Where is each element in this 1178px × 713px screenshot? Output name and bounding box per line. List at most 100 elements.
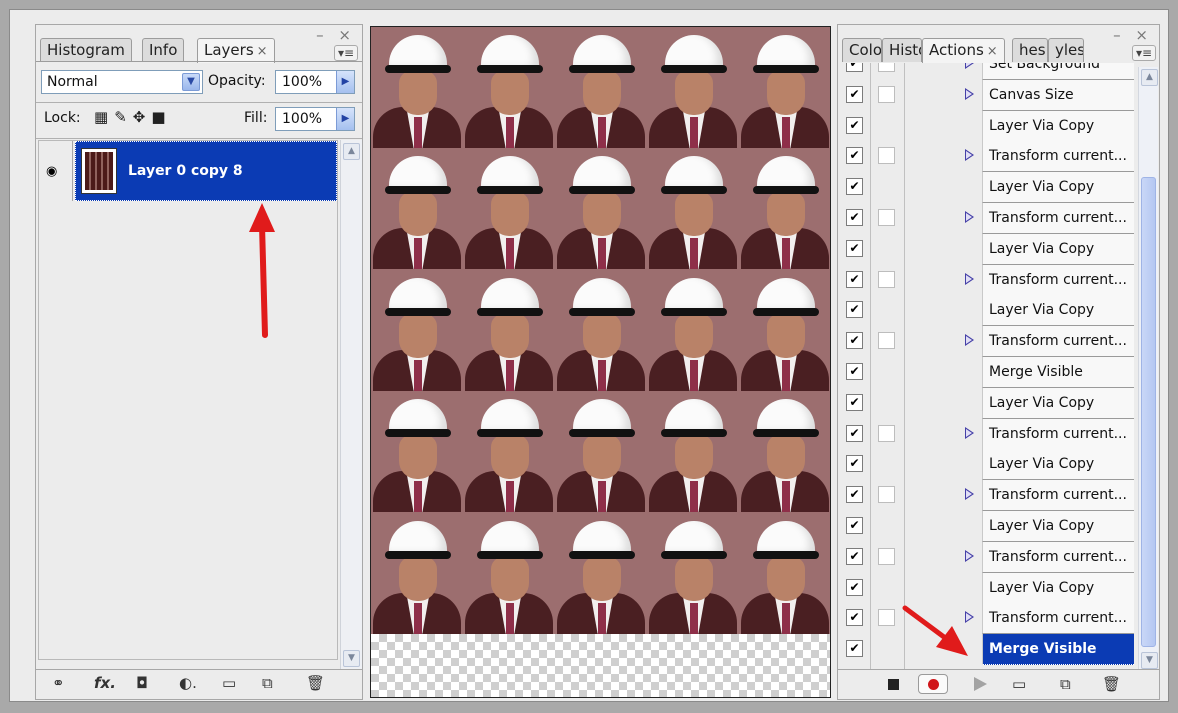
visibility-toggle[interactable]: ◉: [39, 141, 73, 201]
action-step[interactable]: ✔ Layer Via Copy: [840, 511, 1136, 542]
close-tab-icon[interactable]: ×: [987, 44, 998, 59]
play-icon[interactable]: [974, 677, 987, 691]
action-step[interactable]: ✔ Transform current...: [840, 203, 1136, 234]
toggle-checkbox[interactable]: ✔: [846, 178, 863, 196]
toggle-checkbox[interactable]: ✔: [846, 455, 863, 473]
action-step[interactable]: ✔ Transform current...: [840, 418, 1136, 450]
action-step[interactable]: ✔ Transform current...: [840, 264, 1136, 296]
tab-history[interactable]: Histo: [882, 38, 922, 62]
opacity-field[interactable]: 100% ▶: [275, 70, 355, 94]
toggle-checkbox[interactable]: ✔: [846, 486, 863, 504]
scroll-down-icon[interactable]: ▼: [343, 650, 360, 667]
blend-mode-select[interactable]: Normal ▼: [41, 70, 203, 94]
action-step[interactable]: ✔ Canvas Size: [840, 79, 1136, 111]
folder-icon[interactable]: ▭: [1012, 675, 1026, 693]
toggle-checkbox[interactable]: ✔: [846, 578, 863, 596]
expand-triangle-icon[interactable]: [965, 149, 974, 162]
expand-triangle-icon[interactable]: [965, 488, 974, 501]
toggle-checkbox[interactable]: ✔: [846, 640, 863, 658]
fill-slider-button[interactable]: ▶: [336, 108, 354, 130]
layer-name[interactable]: Layer 0 copy 8: [128, 163, 243, 179]
toggle-checkbox[interactable]: ✔: [846, 147, 863, 165]
document-canvas[interactable]: [370, 26, 831, 698]
action-step[interactable]: ✔ Transform current...: [840, 541, 1136, 573]
tab-color[interactable]: Colo: [842, 38, 882, 62]
toggle-checkbox[interactable]: ✔: [846, 209, 863, 226]
layer-item-selected[interactable]: Layer 0 copy 8: [75, 141, 337, 201]
toggle-checkbox[interactable]: ✔: [846, 63, 863, 72]
expand-triangle-icon[interactable]: [965, 87, 974, 100]
tab-histogram[interactable]: Histogram: [40, 38, 132, 62]
dialog-toggle[interactable]: [878, 63, 895, 72]
expand-triangle-icon[interactable]: [965, 334, 974, 347]
scroll-up-icon[interactable]: ▲: [343, 143, 360, 160]
action-list-scrollbar[interactable]: ▲ ▼: [1138, 67, 1158, 671]
dialog-toggle[interactable]: [878, 85, 895, 103]
action-step[interactable]: ✔ Transform current...: [840, 141, 1136, 173]
dialog-toggle[interactable]: [878, 270, 895, 288]
scroll-thumb[interactable]: [1141, 177, 1156, 647]
dialog-toggle[interactable]: [878, 147, 895, 165]
dialog-toggle[interactable]: [878, 547, 895, 565]
toggle-checkbox[interactable]: ✔: [846, 424, 863, 442]
action-step[interactable]: ✔ Set Background: [840, 63, 1136, 80]
action-step[interactable]: ✔ Layer Via Copy: [840, 110, 1136, 142]
dialog-toggle[interactable]: [878, 332, 895, 350]
lock-transparent-icon[interactable]: ▦: [94, 108, 114, 126]
expand-triangle-icon[interactable]: [965, 426, 974, 439]
tab-styles[interactable]: yles: [1048, 38, 1084, 62]
action-step[interactable]: ✔ Transform current...: [840, 480, 1136, 512]
dialog-toggle[interactable]: [878, 209, 895, 226]
eye-icon[interactable]: ◉: [46, 164, 57, 179]
link-icon[interactable]: ⚭: [52, 674, 65, 692]
toggle-checkbox[interactable]: ✔: [846, 393, 863, 411]
toggle-checkbox[interactable]: ✔: [846, 332, 863, 350]
toggle-checkbox[interactable]: ✔: [846, 239, 863, 257]
mask-icon[interactable]: ◘: [136, 674, 148, 692]
tab-info[interactable]: Info: [142, 38, 185, 62]
scroll-down-icon[interactable]: ▼: [1141, 652, 1158, 669]
expand-triangle-icon[interactable]: [965, 272, 974, 285]
trash-icon[interactable]: 🗑: [306, 674, 325, 692]
group-icon[interactable]: ▭: [222, 674, 236, 692]
action-step[interactable]: ✔ Transform current...: [840, 326, 1136, 358]
lock-move-icon[interactable]: ✥: [133, 108, 152, 126]
toggle-checkbox[interactable]: ✔: [846, 270, 863, 288]
toggle-checkbox[interactable]: ✔: [846, 301, 863, 319]
expand-triangle-icon[interactable]: [965, 611, 974, 624]
fill-field[interactable]: 100% ▶: [275, 107, 355, 131]
action-step[interactable]: ✔ Merge Visible: [840, 357, 1136, 388]
action-step[interactable]: ✔ Layer Via Copy: [840, 572, 1136, 604]
panel-menu-button[interactable]: ▾≡: [1132, 45, 1156, 61]
panel-menu-button[interactable]: ▾≡: [334, 45, 358, 61]
toggle-checkbox[interactable]: ✔: [846, 547, 863, 565]
dialog-toggle[interactable]: [878, 424, 895, 442]
expand-triangle-icon[interactable]: [965, 211, 974, 223]
close-tab-icon[interactable]: ×: [257, 44, 268, 59]
toggle-checkbox[interactable]: ✔: [846, 116, 863, 134]
chevron-down-icon[interactable]: ▼: [182, 73, 200, 91]
action-step[interactable]: ✔ Layer Via Copy: [840, 387, 1136, 419]
expand-triangle-icon[interactable]: [965, 63, 974, 69]
new-action-icon[interactable]: ⧉: [1060, 675, 1071, 693]
toggle-checkbox[interactable]: ✔: [846, 85, 863, 103]
action-step[interactable]: ✔ Transform current...: [840, 603, 1136, 635]
action-step[interactable]: ✔ Layer Via Copy: [840, 449, 1136, 481]
trash-icon[interactable]: 🗑: [1102, 675, 1121, 693]
record-button[interactable]: [918, 674, 948, 694]
tab-swatches[interactable]: hes: [1012, 38, 1048, 62]
dialog-toggle[interactable]: [878, 609, 895, 627]
layer-list-scrollbar[interactable]: ▲ ▼: [340, 140, 362, 670]
tab-layers[interactable]: Layers ×: [197, 38, 275, 63]
toggle-checkbox[interactable]: ✔: [846, 609, 863, 627]
opacity-slider-button[interactable]: ▶: [336, 71, 354, 93]
tab-actions[interactable]: Actions ×: [922, 38, 1005, 63]
scroll-up-icon[interactable]: ▲: [1141, 69, 1158, 86]
adjustment-icon[interactable]: ◐.: [179, 674, 197, 692]
action-step[interactable]: ✔ Layer Via Copy: [840, 295, 1136, 327]
expand-triangle-icon[interactable]: [965, 549, 974, 562]
lock-all-icon[interactable]: ■: [151, 108, 171, 126]
toggle-checkbox[interactable]: ✔: [846, 517, 863, 534]
action-step[interactable]: ✔ Layer Via Copy: [840, 172, 1136, 204]
lock-brush-icon[interactable]: ✎: [114, 108, 133, 126]
